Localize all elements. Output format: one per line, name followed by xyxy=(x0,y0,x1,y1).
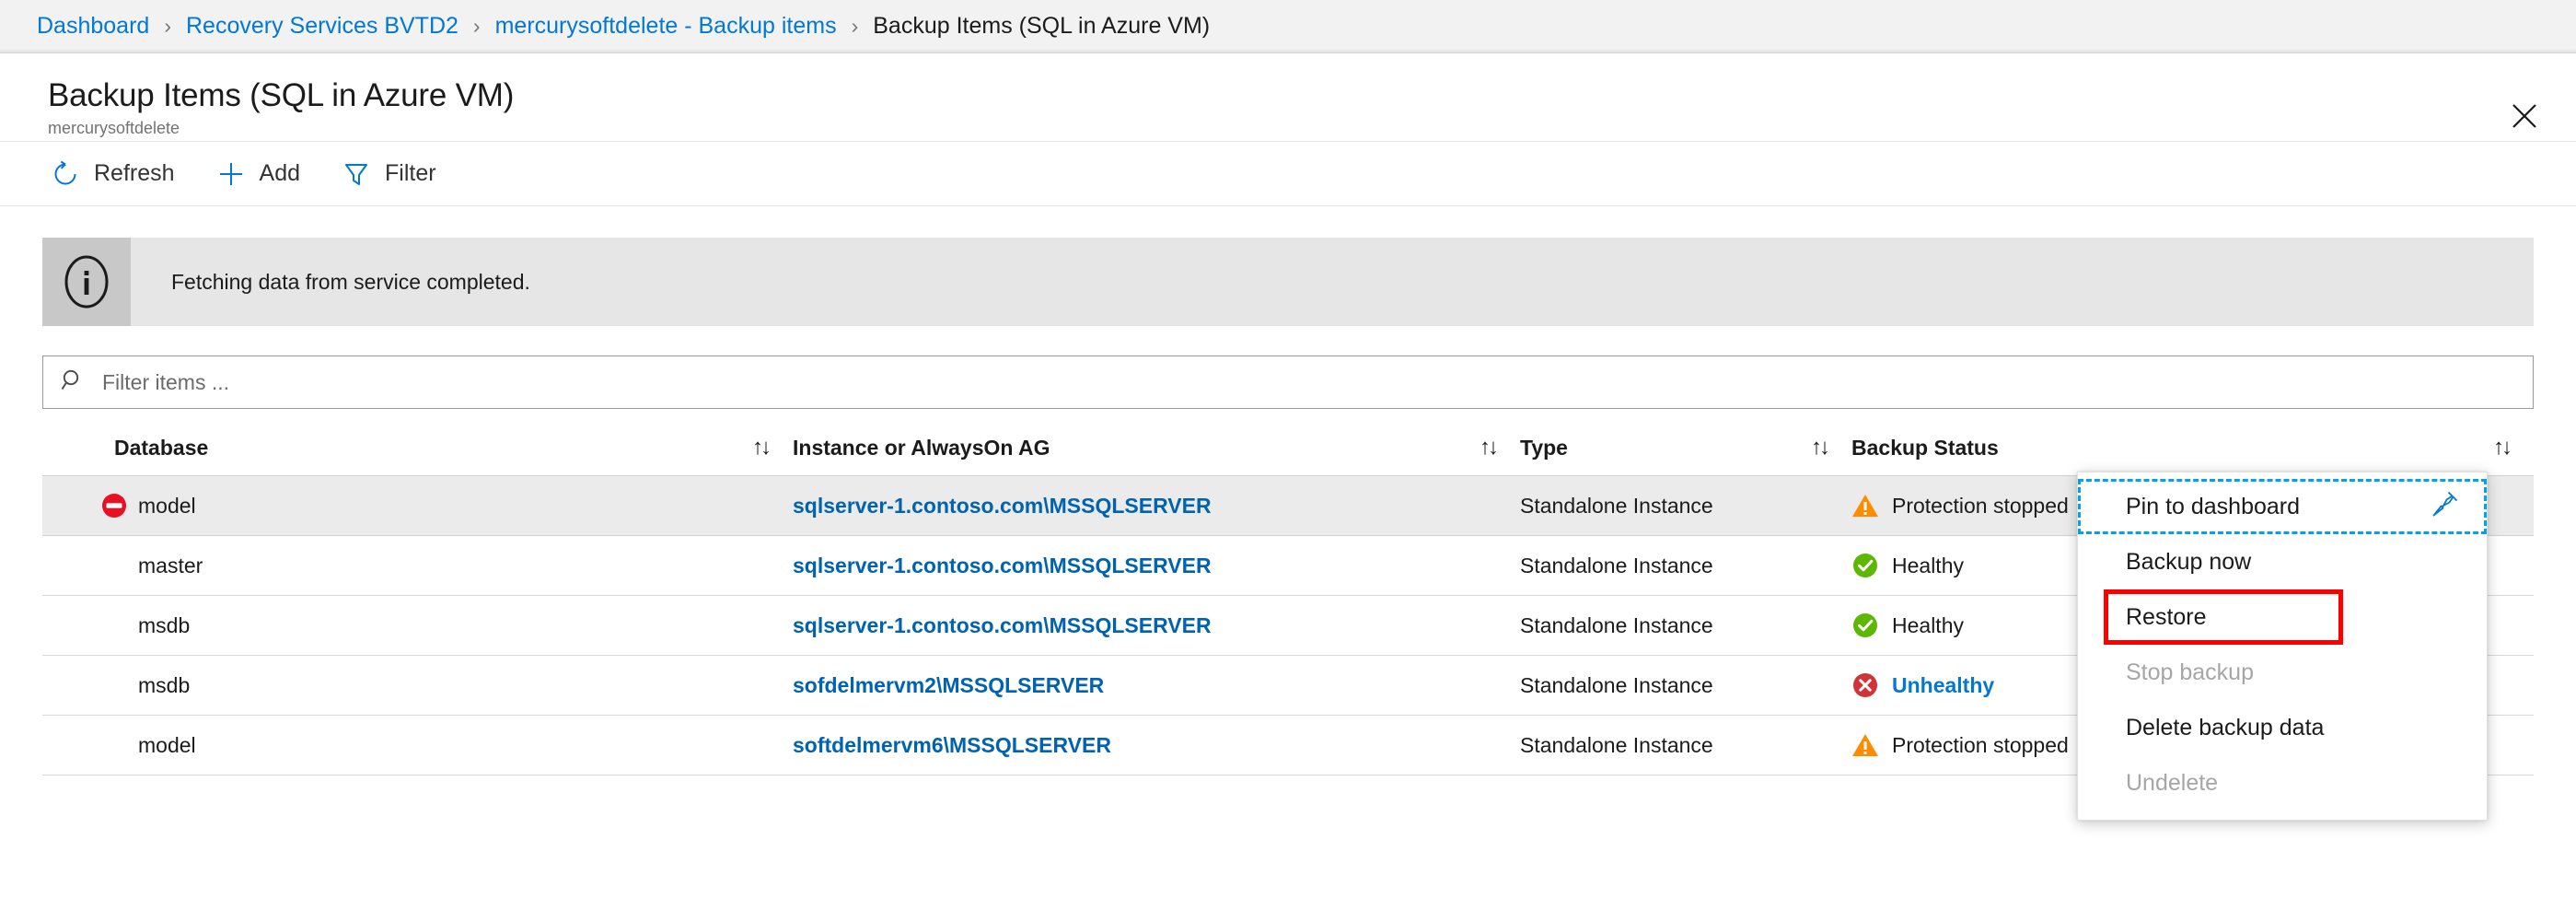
close-button[interactable] xyxy=(2504,96,2545,136)
sort-icon[interactable]: ↑↓ xyxy=(1811,435,1828,460)
context-menu-item-label: Restore xyxy=(2126,604,2207,631)
warning-icon xyxy=(1851,492,1879,519)
cell-instance: sqlserver-1.contoso.com\MSSQLSERVER xyxy=(793,596,1520,656)
type-value: Standalone Instance xyxy=(1520,494,1713,518)
breadcrumb-item-current: Backup Items (SQL in Azure VM) xyxy=(873,13,1210,40)
context-menu-item-undelete: Undelete xyxy=(2078,755,2487,810)
breadcrumb-item-backup-items[interactable]: mercurysoftdelete - Backup items xyxy=(495,13,837,40)
instance-link[interactable]: sqlserver-1.contoso.com\MSSQLSERVER xyxy=(793,494,1212,518)
column-header-instance[interactable]: Instance or AlwaysOn AG ↑↓ xyxy=(793,420,1520,476)
azure-portal-blade: Dashboard › Recovery Services BVTD2 › me… xyxy=(0,0,2576,921)
status-badge: Protection stopped xyxy=(1892,733,2069,758)
filter-label: Filter xyxy=(385,160,436,187)
close-icon xyxy=(2511,102,2538,130)
status-badge: Healthy xyxy=(1892,554,1964,578)
database-name: model xyxy=(138,733,196,758)
cell-database: model xyxy=(42,716,793,775)
cell-database: master xyxy=(42,536,793,596)
type-value: Standalone Instance xyxy=(1520,673,1713,697)
notification-text: Fetching data from service completed. xyxy=(171,270,530,295)
sort-icon[interactable]: ↑↓ xyxy=(752,435,769,460)
status-badge[interactable]: Unhealthy xyxy=(1892,673,1994,698)
context-menu-item-stop-backup: Stop backup xyxy=(2078,645,2487,700)
cell-type: Standalone Instance xyxy=(1520,656,1851,716)
breadcrumb: Dashboard › Recovery Services BVTD2 › me… xyxy=(0,0,2576,53)
cell-database: msdb xyxy=(42,656,793,716)
table-header-row: Database ↑↓ Instance or AlwaysOn AG ↑↓ T… xyxy=(42,420,2534,476)
context-menu-item-label: Undelete xyxy=(2126,770,2218,797)
breadcrumb-separator-icon: › xyxy=(473,14,481,39)
context-menu-item-label: Pin to dashboard xyxy=(2126,494,2300,520)
context-menu-item-restore[interactable]: Restore xyxy=(2078,589,2487,645)
context-menu-item-label: Backup now xyxy=(2126,549,2251,576)
column-header-database[interactable]: Database ↑↓ xyxy=(42,420,793,476)
cell-instance: sqlserver-1.contoso.com\MSSQLSERVER xyxy=(793,536,1520,596)
context-menu-item-label: Stop backup xyxy=(2126,659,2254,686)
funnel-icon xyxy=(341,158,372,190)
column-header-backup-status[interactable]: Backup Status ↑↓ xyxy=(1851,420,2534,476)
page-title: Backup Items (SQL in Azure VM) xyxy=(48,79,2576,113)
database-name: model xyxy=(138,494,196,519)
search-input[interactable] xyxy=(100,369,2516,396)
cell-instance: sofdelmervm2\MSSQLSERVER xyxy=(793,656,1520,716)
breadcrumb-separator-icon: › xyxy=(164,14,171,39)
context-menu-item-label: Delete backup data xyxy=(2126,715,2324,741)
context-menu-item-delete-backup-data[interactable]: Delete backup data xyxy=(2078,700,2487,755)
info-icon xyxy=(42,238,131,326)
pin-icon xyxy=(2430,488,2461,526)
command-toolbar: Refresh Add Filter xyxy=(0,142,2576,206)
sort-icon[interactable]: ↑↓ xyxy=(1479,435,1496,460)
column-label: Type xyxy=(1520,436,1568,460)
blade-header: Backup Items (SQL in Azure VM) mercuryso… xyxy=(0,53,2576,142)
column-header-type[interactable]: Type ↑↓ xyxy=(1520,420,1851,476)
breadcrumb-item-dashboard[interactable]: Dashboard xyxy=(37,13,149,40)
cell-instance: sqlserver-1.contoso.com\MSSQLSERVER xyxy=(793,476,1520,536)
status-badge: Healthy xyxy=(1892,613,1964,638)
sort-icon[interactable]: ↑↓ xyxy=(2493,435,2510,460)
cell-database: msdb xyxy=(42,596,793,656)
check-circle-icon xyxy=(1851,552,1879,579)
context-menu-item-backup-now[interactable]: Backup now xyxy=(2078,534,2487,589)
row-context-menu: Pin to dashboard Backup now Restore Stop ba… xyxy=(2077,472,2488,821)
column-label: Database xyxy=(114,436,208,460)
cell-instance: softdelmervm6\MSSQLSERVER xyxy=(793,716,1520,775)
add-button[interactable]: Add xyxy=(208,150,320,198)
instance-link[interactable]: softdelmervm6\MSSQLSERVER xyxy=(793,733,1111,757)
database-name: msdb xyxy=(138,613,190,638)
cell-type: Standalone Instance xyxy=(1520,716,1851,775)
instance-link[interactable]: sqlserver-1.contoso.com\MSSQLSERVER xyxy=(793,613,1212,637)
stop-blocked-icon xyxy=(90,492,138,519)
refresh-icon xyxy=(50,158,81,190)
cell-type: Standalone Instance xyxy=(1520,536,1851,596)
type-value: Standalone Instance xyxy=(1520,613,1713,637)
page-subtitle: mercurysoftdelete xyxy=(48,119,2576,138)
column-label: Backup Status xyxy=(1851,436,1999,460)
instance-link[interactable]: sqlserver-1.contoso.com\MSSQLSERVER xyxy=(793,554,1212,577)
type-value: Standalone Instance xyxy=(1520,554,1713,577)
cell-database: model xyxy=(42,476,793,536)
column-label: Instance or AlwaysOn AG xyxy=(793,436,1050,460)
cell-type: Standalone Instance xyxy=(1520,596,1851,656)
filter-items-box[interactable] xyxy=(42,356,2534,409)
refresh-label: Refresh xyxy=(94,160,175,187)
database-name: msdb xyxy=(138,673,190,698)
filter-button[interactable]: Filter xyxy=(333,150,457,198)
breadcrumb-separator-icon: › xyxy=(852,14,859,39)
refresh-button[interactable]: Refresh xyxy=(42,150,195,198)
plus-icon xyxy=(215,158,247,190)
type-value: Standalone Instance xyxy=(1520,733,1713,757)
error-circle-icon xyxy=(1851,671,1879,699)
warning-icon xyxy=(1851,731,1879,759)
search-icon xyxy=(60,367,86,398)
check-circle-icon xyxy=(1851,612,1879,639)
database-name: master xyxy=(138,554,203,578)
status-badge: Protection stopped xyxy=(1892,494,2069,519)
cell-type: Standalone Instance xyxy=(1520,476,1851,536)
instance-link[interactable]: sofdelmervm2\MSSQLSERVER xyxy=(793,673,1104,697)
add-label: Add xyxy=(260,160,300,187)
breadcrumb-item-recovery-services[interactable]: Recovery Services BVTD2 xyxy=(186,13,458,40)
status-notification: Fetching data from service completed. xyxy=(42,238,2534,326)
context-menu-item-pin-to-dashboard[interactable]: Pin to dashboard xyxy=(2078,479,2487,534)
